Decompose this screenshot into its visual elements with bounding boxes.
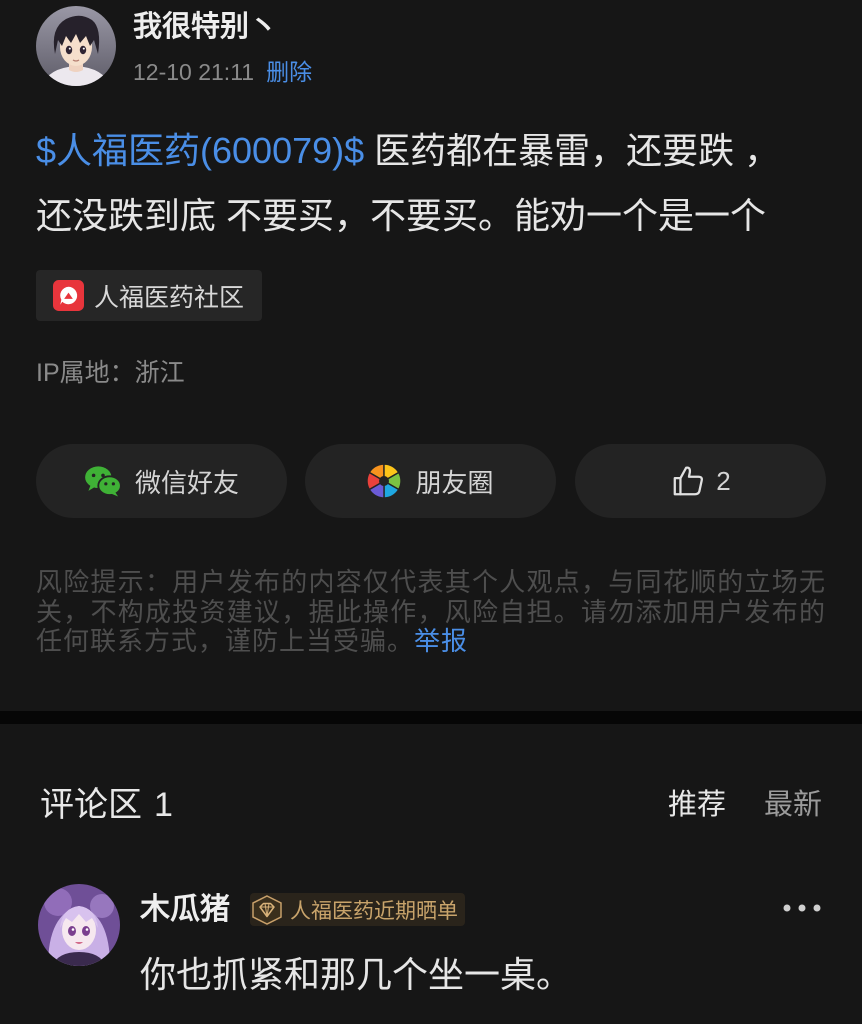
- author-name[interactable]: 我很特别丶: [133, 8, 278, 46]
- more-icon[interactable]: [782, 898, 822, 918]
- community-chip-label: 人福医药社区: [94, 283, 245, 312]
- ip-location: IP属地：浙江: [36, 359, 185, 387]
- stock-tag-link[interactable]: $人福医药(600079)$: [36, 130, 364, 171]
- comment-author-badge[interactable]: 人福医药近期晒单: [250, 893, 465, 926]
- section-divider: [0, 711, 862, 724]
- sort-tab-latest[interactable]: 最新: [764, 786, 822, 824]
- comment-author-avatar[interactable]: [38, 884, 120, 966]
- report-link[interactable]: 举报: [414, 626, 468, 656]
- comments-title-label: 评论区: [40, 786, 142, 824]
- delete-link[interactable]: 删除: [266, 57, 312, 87]
- comment-text: 你也抓紧和那几个坐一桌。: [140, 954, 573, 995]
- author-avatar[interactable]: [36, 6, 116, 86]
- thumbs-up-icon: [670, 464, 706, 498]
- community-chip[interactable]: 人福医药社区: [36, 270, 263, 321]
- sort-tab-recommended[interactable]: 推荐: [668, 786, 726, 824]
- comments-count: 1: [154, 786, 173, 824]
- comments-title: 评论区 1: [40, 783, 173, 827]
- post-body: $人福医药(600079)$ 医药都在暴雷，还要跌 ， 还没跌到底 不要买，不要买…: [36, 118, 826, 248]
- share-moments-button[interactable]: 朋友圈: [305, 444, 556, 518]
- comment-author-name[interactable]: 木瓜猪: [140, 890, 230, 930]
- post-text: 还没跌到底 不要买，不要买。能劝一个是一个: [36, 195, 767, 236]
- comment-sort-tabs: 推荐 最新: [668, 786, 822, 824]
- wechat-icon: [84, 465, 122, 497]
- badge-crown-icon: [250, 894, 284, 926]
- share-wechat-label: 微信好友: [134, 467, 239, 498]
- badge-label: 人福医药近期晒单: [290, 899, 458, 923]
- post-text: 医药都在暴雷，还要跌 ，: [374, 130, 781, 171]
- share-moments-label: 朋友圈: [415, 467, 494, 498]
- post-body-line: 还没跌到底 不要买，不要买。能劝一个是一个: [36, 183, 826, 248]
- like-button[interactable]: 2: [575, 444, 826, 518]
- post-time: 12-10 21:11: [133, 59, 255, 85]
- post-body-line: $人福医药(600079)$ 医药都在暴雷，还要跌 ，: [36, 118, 826, 183]
- risk-disclaimer: 风险提示：用户发布的内容仅代表其个人观点，与同花顺的立场无关，不构成投资建议，据…: [36, 567, 826, 657]
- moments-icon: [367, 464, 402, 498]
- like-count: 2: [716, 465, 731, 496]
- post-meta: 12-10 21:11 删除: [133, 57, 312, 87]
- community-logo-icon: [53, 280, 84, 311]
- share-wechat-button[interactable]: 微信好友: [36, 444, 287, 518]
